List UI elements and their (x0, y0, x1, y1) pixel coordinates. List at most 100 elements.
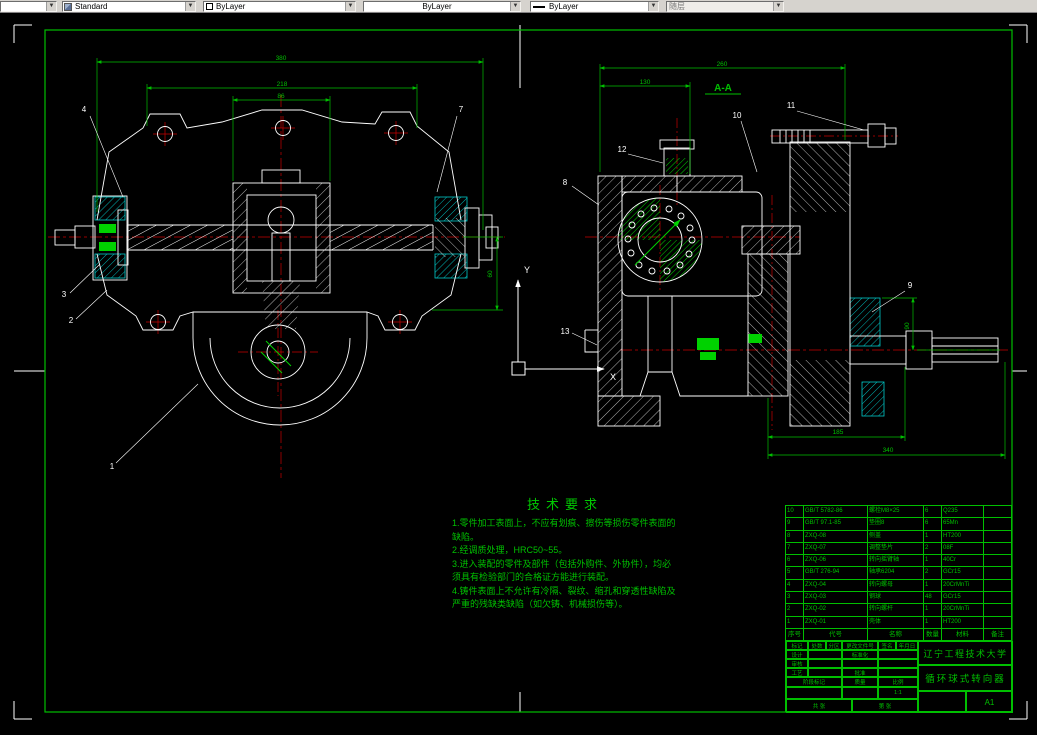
combo-value: 随层 (667, 2, 773, 11)
cell-blank (842, 659, 878, 668)
combo-value: ByLayer (422, 2, 452, 11)
dropdown-arrow-icon: ▼ (46, 2, 56, 11)
cell-change-no: 更改文件号 (842, 641, 878, 650)
dimension-label: 130 (640, 79, 651, 86)
balloon-number: 9 (908, 281, 913, 290)
bom-header-no: 序号 (786, 629, 804, 640)
table-row: 6 ZXQ-06 转向摇臂轴 1 40Cr (786, 555, 1011, 568)
drawing-title: 循环球式转向器 (918, 665, 1013, 691)
combo-value: ByLayer (216, 2, 246, 11)
cell-check: 审核 (786, 659, 808, 668)
dimension-label: 185 (833, 429, 844, 436)
lineweight-combo[interactable]: ByLayer ▼ (530, 1, 659, 12)
dropdown-arrow-icon: ▼ (345, 2, 355, 11)
technical-requirement-item: 3.进入装配的零件及部件（包括外购件、外协件），均必须具有检验部门的合格证方能进… (452, 558, 672, 583)
cell-stage-boxes (786, 687, 842, 699)
combo-value (1, 2, 46, 11)
cell-design: 设计 (786, 650, 808, 659)
table-row: 2 ZXQ-02 转向螺杆 1 20CrMnTi (786, 604, 1011, 617)
section-view (584, 118, 1008, 430)
cell-blank (808, 668, 842, 677)
table-row: 9 GB/T 97.1-85 垫圈8 6 65Mn (786, 518, 1011, 531)
bom-header-material: 材料 (942, 629, 984, 640)
title-block: 10 GB/T 5782-86 螺栓M8×25 6 Q235 9 GB/T 97… (785, 505, 1013, 713)
cell-sign: 签名 (878, 641, 896, 650)
table-row: 10 GB/T 5782-86 螺栓M8×25 6 Q235 (786, 506, 1011, 519)
style-icon (64, 3, 72, 11)
table-row: 8 ZXQ-08 侧盖 1 HT200 (786, 530, 1011, 543)
color-swatch-icon (206, 3, 213, 10)
lineweight-icon (533, 6, 545, 8)
dropdown-arrow-icon: ▼ (185, 2, 195, 11)
bom-header-name: 名称 (868, 629, 924, 640)
table-row: 7 ZXQ-07 调整垫片 2 08F (786, 542, 1011, 556)
cell-standardize: 标准化 (842, 650, 878, 659)
table-row: 4 ZXQ-04 转向螺母 1 20CrMnTi (786, 579, 1011, 593)
balloon-number: 1 (110, 462, 115, 471)
cell-scale-label: 比例 (878, 677, 918, 687)
toolbar-combo-stub[interactable]: ▼ (0, 1, 57, 12)
cell-mark: 标记 (786, 641, 808, 650)
technical-requirements: 技术要求 1.零件加工表面上，不应有划痕、擦伤等损伤零件表面的缺陷。 2.经调质处… (452, 494, 678, 612)
bom-header-code: 代号 (804, 629, 868, 640)
cell-blank (808, 659, 842, 668)
balloon-number: 11 (787, 101, 796, 110)
plot-style-combo[interactable]: 随层 ▼ (666, 1, 784, 12)
cell-date: 年月日 (896, 641, 918, 650)
table-row: 1 ZXQ-01 壳体 1 HT200 (786, 616, 1011, 629)
cell-stage: 阶段标记 (786, 677, 842, 687)
dropdown-arrow-icon: ▼ (510, 2, 520, 11)
combo-value: Standard (75, 2, 108, 11)
ucs-x-label: X (610, 372, 616, 382)
technical-requirements-list: 1.零件加工表面上，不应有划痕、擦伤等损伤零件表面的缺陷。 2.经调质处理，HRC… (452, 517, 678, 612)
toolbar: ▼ Standard ▼ ByLayer ▼ ByLayer ▼ ByLayer… (0, 0, 1037, 13)
dropdown-arrow-icon: ▼ (773, 2, 783, 11)
cell-count: 处数 (808, 641, 826, 650)
table-row: 3 ZXQ-03 钢球 48 GCr15 (786, 592, 1011, 605)
cell-scale-value: 1:1 (878, 687, 918, 699)
balloon-number: 13 (561, 327, 570, 336)
cell-process: 工艺 (786, 668, 808, 677)
organization-name: 辽宁工程技术大学 (918, 641, 1013, 665)
cell-blank (878, 659, 918, 668)
dimension-label: 90 (904, 322, 911, 330)
section-label: A-A (714, 83, 732, 94)
cell-zone: 分区 (826, 641, 842, 650)
dropdown-arrow-icon: ▼ (648, 2, 658, 11)
combo-value: ByLayer (549, 2, 579, 11)
technical-requirement-item: 1.零件加工表面上，不应有划痕、擦伤等损伤零件表面的缺陷。 (452, 518, 676, 542)
balloon-number: 7 (459, 105, 464, 114)
bom-header-row: 序号 代号 名称 数量 材料 备注 (786, 629, 1011, 641)
cell-blank (808, 650, 842, 659)
technical-requirement-item: 2.经调质处理，HRC50~55。 (452, 545, 568, 555)
linetype-combo[interactable]: ByLayer ▼ (363, 1, 521, 12)
front-view (48, 95, 505, 478)
balloon-number: 4 (82, 105, 87, 114)
cell-total-sheets: 共 张 (786, 699, 852, 713)
balloon-number: 3 (62, 290, 67, 299)
text-style-combo[interactable]: Standard ▼ (62, 1, 196, 12)
dimension-label: 218 (277, 81, 288, 88)
cell-sheet-no: 第 张 (852, 699, 918, 713)
dimension-label: 260 (717, 61, 728, 68)
technical-requirement-item: 4.铸件表面上不允许有冷隔、裂纹、缩孔和穿透性缺陷及严重的残缺类缺陷（如欠铸、机… (452, 585, 676, 610)
balloon-number: 10 (733, 111, 742, 120)
bom-table: 10 GB/T 5782-86 螺栓M8×25 6 Q235 9 GB/T 97… (786, 506, 1011, 629)
cell-approve: 批准 (842, 668, 878, 677)
technical-requirements-title: 技术要求 (526, 497, 603, 512)
ucs-y-label: Y (524, 265, 530, 275)
color-combo[interactable]: ByLayer ▼ (203, 1, 356, 12)
cell-blank (878, 650, 918, 659)
cell-blank (878, 668, 918, 677)
bom-header-remark: 备注 (991, 631, 1004, 638)
balloon-number: 8 (563, 178, 568, 187)
cell-weight: 质量 (842, 677, 878, 687)
dimension-label: 86 (277, 93, 285, 100)
dimension-label: 340 (883, 447, 894, 454)
balloon-number: 12 (618, 145, 627, 154)
cell-blank (842, 687, 878, 699)
bom-header-qty: 数量 (924, 629, 942, 640)
table-row: 5 GB/T 276-94 轴承6204 2 GCr15 (786, 567, 1011, 580)
balloon-number: 2 (69, 316, 74, 325)
dimension-label: 60 (487, 270, 494, 278)
